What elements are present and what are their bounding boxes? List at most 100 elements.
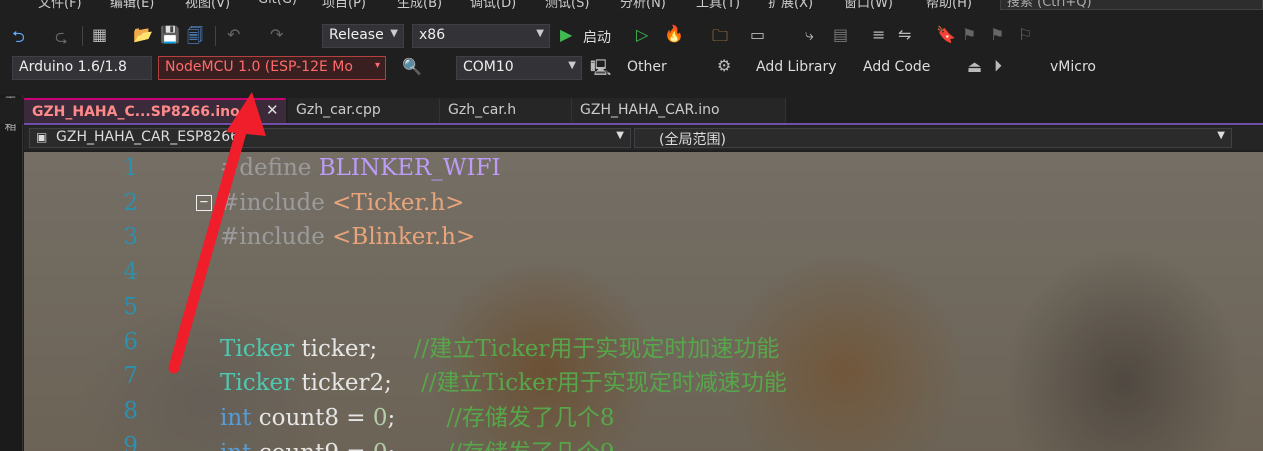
- menu-item[interactable]: 项目(P): [322, 0, 366, 11]
- menu-item[interactable]: 分析(N): [620, 0, 666, 11]
- board-value: NodeMCU 1.0 (ESP-12E Mo: [165, 59, 353, 75]
- code-token: //存储发了几个8: [446, 404, 615, 431]
- tab-gzh-car-h[interactable]: Gzh_car.h: [440, 98, 572, 123]
- tab-gzh-car-cpp[interactable]: Gzh_car.cpp: [288, 98, 440, 123]
- menu-item[interactable]: 文件(F): [38, 0, 82, 11]
- menu-item[interactable]: 扩展(X): [768, 0, 813, 11]
- menu-item[interactable]: 窗口(W): [844, 0, 893, 11]
- undo-icon[interactable]: ↶: [227, 25, 240, 44]
- vmicro-menu[interactable]: vMicro: [1050, 59, 1096, 75]
- collapse-icon[interactable]: −: [196, 194, 212, 211]
- code-token: #define: [220, 155, 319, 181]
- folder-icon[interactable]: 🗀: [712, 25, 728, 52]
- add-library-menu[interactable]: Add Library: [756, 59, 837, 75]
- next-bookmark-icon[interactable]: ⚑: [990, 25, 1004, 44]
- standard-toolbar: ⮌ ⮎ ▦ 📂 💾 🗐 ↶ ↷ Release ▼ x86 ▼ ▶ 启动 ▷ 🔥 🗀…: [0, 20, 1263, 52]
- code-line[interactable]: 9 int count9 = 0; //存储发了几个9: [24, 433, 1263, 451]
- menu-item[interactable]: 帮助(H): [926, 0, 972, 11]
- new-project-icon[interactable]: ▦: [92, 25, 107, 44]
- prev-bookmark-icon[interactable]: ⚑: [962, 25, 976, 44]
- window-layout-icon[interactable]: ▭: [750, 25, 765, 44]
- open-folder-icon[interactable]: 📂: [133, 25, 153, 44]
- search-box[interactable]: 搜索 (Ctrl+Q): [1000, 0, 1263, 10]
- bookmark-icon[interactable]: 🔖: [936, 25, 956, 44]
- clear-bookmark-icon[interactable]: ⚐: [1018, 25, 1032, 44]
- tab-main-ino[interactable]: GZH_HAHA_C...SP8266.ino: [24, 98, 286, 123]
- code-editor[interactable]: 1 #define BLINKER_WIFI 2 − #include <Ticker.…: [24, 152, 1263, 451]
- code-line[interactable]: 7 Ticker ticker2; //建立Ticker用于实现定时减速功能: [24, 363, 1263, 398]
- code-token: 0: [373, 440, 388, 451]
- tab-gzh-haha-car-ino[interactable]: GZH_HAHA_CAR.ino: [572, 98, 786, 123]
- other-menu[interactable]: Other: [627, 59, 667, 75]
- code-token: count9 =: [251, 440, 372, 451]
- line-number: 3: [123, 224, 138, 251]
- code-token: int: [220, 440, 251, 451]
- forward-icon[interactable]: ⮎: [55, 26, 68, 53]
- start-button[interactable]: 启动: [583, 27, 611, 47]
- menu-item[interactable]: 生成(B): [397, 0, 442, 11]
- start-without-debug-icon[interactable]: ▷: [636, 25, 648, 44]
- scope-nav-select[interactable]: (全局范围) ▼: [634, 128, 1232, 148]
- scope-nav-value: (全局范围): [659, 132, 726, 148]
- code-line[interactable]: 1 #define BLINKER_WIFI: [24, 155, 1263, 190]
- save-all-icon[interactable]: 🗐: [187, 25, 203, 52]
- code-line[interactable]: 8 int count8 = 0; //存储发了几个8: [24, 398, 1263, 433]
- code-token: ;: [387, 404, 447, 431]
- search-board-icon[interactable]: 🔍: [402, 57, 422, 76]
- active-tab-accent: [24, 123, 1263, 125]
- hot-reload-icon[interactable]: 🔥: [664, 24, 684, 43]
- redo-icon[interactable]: ↷: [270, 25, 283, 44]
- menu-item[interactable]: 工具(T): [696, 0, 740, 11]
- upload-icon[interactable]: ⏏: [967, 57, 982, 76]
- code-line[interactable]: 3 #include <Blinker.h>: [24, 224, 1263, 259]
- menu-item[interactable]: 视图(V): [185, 0, 230, 11]
- menu-item[interactable]: 调试(D): [470, 0, 516, 11]
- line-number: 5: [123, 293, 138, 320]
- code-line[interactable]: 5: [24, 294, 1263, 329]
- gear-icon[interactable]: ⚙: [717, 56, 731, 75]
- line-number: 1: [123, 155, 138, 181]
- tab-label: GZH_HAHA_CAR.ino: [580, 102, 720, 118]
- chevron-down-icon: ▼: [616, 130, 624, 141]
- code-token: <Ticker.h>: [332, 189, 465, 216]
- code-token: #include: [220, 189, 333, 216]
- code-text: #include <Blinker.h>: [220, 224, 475, 250]
- close-icon[interactable]: ✕: [266, 101, 279, 119]
- code-token: Ticker: [220, 335, 295, 362]
- serial-monitor-icon[interactable]: 🖳: [590, 57, 611, 84]
- chevron-down-icon: ▼: [1217, 130, 1225, 141]
- uncomment-icon[interactable]: ⇋: [898, 25, 911, 44]
- add-code-menu[interactable]: Add Code: [863, 59, 930, 75]
- chevron-down-icon: ▼: [536, 28, 544, 39]
- code-token: int: [220, 404, 252, 431]
- menu-item[interactable]: 编辑(E): [110, 0, 154, 11]
- platform-select[interactable]: x86 ▼: [412, 24, 550, 48]
- align-icon[interactable]: ▤: [833, 25, 848, 44]
- code-line[interactable]: 4: [24, 259, 1263, 294]
- solution-config-select[interactable]: Release ▼: [322, 24, 404, 48]
- comment-icon[interactable]: ≡: [872, 25, 885, 44]
- save-icon[interactable]: 💾: [160, 25, 180, 44]
- menu-item[interactable]: Git(G): [258, 0, 297, 7]
- project-nav-select[interactable]: ▣ GZH_HAHA_CAR_ESP8266 ▼: [29, 128, 631, 148]
- code-line[interactable]: 2 − #include <Ticker.h>: [24, 190, 1263, 225]
- menu-item[interactable]: 测试(S): [545, 0, 589, 11]
- line-number: 6: [123, 328, 138, 355]
- play-circle-icon[interactable]: ⏵: [994, 56, 1002, 76]
- line-number: 2: [123, 189, 138, 216]
- back-icon[interactable]: ⮌: [12, 26, 25, 53]
- code-text: Ticker ticker; //建立Ticker用于实现定时加速功能: [220, 329, 779, 363]
- code-token: //存储发了几个9: [446, 440, 614, 451]
- project-nav-value: GZH_HAHA_CAR_ESP8266: [56, 129, 240, 145]
- start-icon[interactable]: ▶: [560, 25, 572, 44]
- port-select[interactable]: COM10 ▼: [456, 56, 582, 80]
- step-icon[interactable]: ⤷: [805, 25, 814, 45]
- board-select[interactable]: NodeMCU 1.0 (ESP-12E Mo ▾: [158, 56, 386, 80]
- code-token: <Blinker.h>: [332, 224, 476, 251]
- toolbox-panel[interactable]: 工具箱: [0, 95, 23, 451]
- tab-label: Gzh_car.h: [448, 102, 517, 118]
- document-tabs: GZH_HAHA_C...SP8266.ino Gzh_car.cpp Gzh_…: [0, 98, 1263, 124]
- arduino-version-select[interactable]: Arduino 1.6/1.8: [12, 56, 152, 80]
- code-line[interactable]: 6 Ticker ticker; //建立Ticker用于实现定时加速功能: [24, 329, 1263, 364]
- config-value: Release: [329, 27, 384, 43]
